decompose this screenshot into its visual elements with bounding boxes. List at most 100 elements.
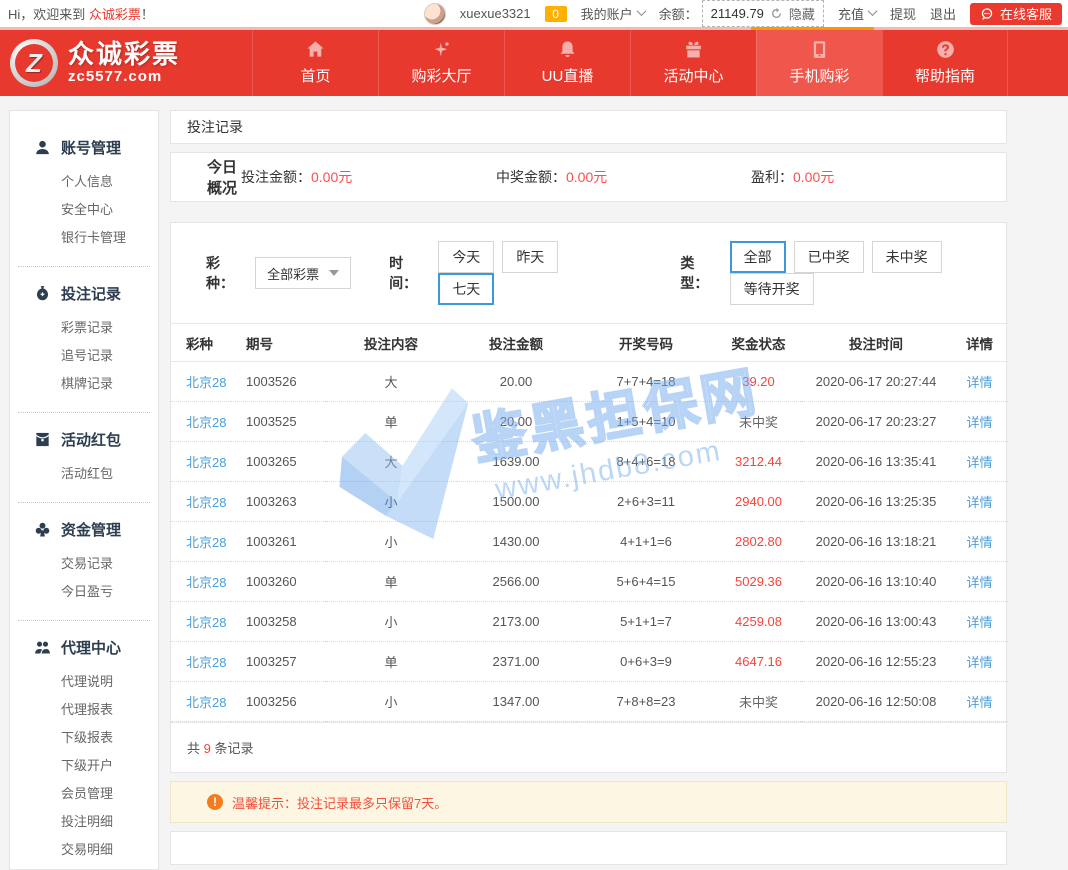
- sidebar-section-head-1[interactable]: 投注记录: [10, 283, 158, 304]
- my-account-menu[interactable]: 我的账户: [581, 4, 645, 23]
- summary-item: 投注金额：0.00元: [241, 167, 496, 187]
- nav-item-hall[interactable]: 购彩大厅: [378, 30, 504, 96]
- detail-link[interactable]: 详情: [966, 495, 992, 510]
- detail-link[interactable]: 详情: [966, 695, 992, 710]
- time-filter-options: 今天昨天七天: [438, 241, 608, 305]
- online-service-button[interactable]: 在线客服: [970, 3, 1062, 25]
- sidebar-item[interactable]: 活动红包: [10, 460, 158, 488]
- type-filter-button[interactable]: 等待开奖: [730, 273, 814, 305]
- sidebar-item[interactable]: 彩票记录: [10, 314, 158, 342]
- message-count-badge[interactable]: 0: [545, 6, 567, 22]
- balance-box[interactable]: 21149.79 隐藏: [702, 0, 824, 27]
- nav-item-live[interactable]: UU直播: [504, 30, 630, 96]
- lottery-link[interactable]: 北京28: [186, 375, 226, 390]
- summary-value: 0.00元: [311, 169, 352, 185]
- logout-link[interactable]: 退出: [930, 4, 956, 23]
- sidebar-item[interactable]: 代理报表: [10, 696, 158, 724]
- bet-amount-cell: 1500.00: [456, 482, 576, 522]
- detail-link[interactable]: 详情: [966, 535, 992, 550]
- live-icon: [558, 40, 577, 59]
- detail-link[interactable]: 详情: [966, 455, 992, 470]
- sidebar-section-head-4[interactable]: 代理中心: [10, 637, 158, 658]
- draw-numbers-cell: 5+1+1=7: [576, 602, 716, 642]
- bet-content-cell: 单: [326, 562, 456, 602]
- time-filter-button[interactable]: 昨天: [502, 241, 558, 273]
- refresh-icon[interactable]: [770, 7, 783, 20]
- online-service-label: 在线客服: [1000, 4, 1052, 23]
- sidebar-item[interactable]: 今日盈亏: [10, 578, 158, 606]
- issue-cell: 1003256: [231, 682, 326, 722]
- type-filter-label: 类型：: [680, 253, 717, 293]
- table-row: 北京28 1003265 大 1639.00 8+4+6=18 3212.44 …: [171, 442, 1008, 482]
- sidebar: 账号管理 个人信息安全中心银行卡管理 投注记录 彩票记录追号记录棋牌记录 活动红…: [9, 110, 159, 870]
- site-logo[interactable]: Z 众诚彩票 zc5577.com: [0, 30, 252, 96]
- sidebar-item[interactable]: 投注明细: [10, 808, 158, 836]
- bet-content-cell: 小: [326, 482, 456, 522]
- issue-cell: 1003526: [231, 362, 326, 402]
- nav-item-home[interactable]: 首页: [252, 30, 378, 96]
- bet-amount-cell: 1639.00: [456, 442, 576, 482]
- main-navbar: Z 众诚彩票 zc5577.com 首页 购彩大厅 UU直播 活动中心 手机购彩…: [0, 30, 1068, 96]
- detail-link[interactable]: 详情: [966, 615, 992, 630]
- table-header-row: 彩种期号投注内容投注金额开奖号码奖金状态投注时间详情: [171, 324, 1008, 362]
- recharge-menu[interactable]: 充值: [838, 4, 876, 23]
- sidebar-item[interactable]: 银行卡管理: [10, 224, 158, 252]
- sidebar-item[interactable]: 安全中心: [10, 196, 158, 224]
- withdraw-link[interactable]: 提现: [890, 4, 916, 23]
- sidebar-item[interactable]: 交易记录: [10, 550, 158, 578]
- avatar[interactable]: [424, 3, 446, 25]
- brand-link[interactable]: 众诚彩票: [89, 7, 141, 22]
- help-icon: [936, 40, 955, 59]
- greeting: Hi，欢迎来到 众诚彩票！: [8, 4, 154, 23]
- balance-value: 21149.79: [711, 6, 764, 21]
- sidebar-item[interactable]: 下级报表: [10, 724, 158, 752]
- lottery-link[interactable]: 北京28: [186, 415, 226, 430]
- type-filter-button[interactable]: 未中奖: [872, 241, 942, 273]
- sidebar-item[interactable]: 个人信息: [10, 168, 158, 196]
- sidebar-item[interactable]: 代理说明: [10, 668, 158, 696]
- lottery-link[interactable]: 北京28: [186, 655, 226, 670]
- lottery-link[interactable]: 北京28: [186, 615, 226, 630]
- detail-link[interactable]: 详情: [966, 575, 992, 590]
- sidebar-section-head-2[interactable]: 活动红包: [10, 429, 158, 450]
- sidebar-section-head-0[interactable]: 账号管理: [10, 137, 158, 158]
- bag-icon: [34, 285, 51, 302]
- lottery-select[interactable]: 全部彩票: [255, 257, 351, 289]
- lottery-link[interactable]: 北京28: [186, 695, 226, 710]
- bet-amount-cell: 1430.00: [456, 522, 576, 562]
- prize-status-cell: 39.20: [716, 362, 801, 402]
- sidebar-item[interactable]: 会员管理: [10, 780, 158, 808]
- sidebar-item[interactable]: 下级开户: [10, 752, 158, 780]
- table-row: 北京28 1003261 小 1430.00 4+1+1=6 2802.80 2…: [171, 522, 1008, 562]
- sidebar-item[interactable]: 交易明细: [10, 836, 158, 864]
- type-filter-button[interactable]: 已中奖: [794, 241, 864, 273]
- lottery-link[interactable]: 北京28: [186, 455, 226, 470]
- sidebar-section: 账号管理 个人信息安全中心银行卡管理: [10, 121, 158, 252]
- hide-balance-link[interactable]: 隐藏: [789, 4, 815, 23]
- logo-text: 众诚彩票 zc5577.com: [68, 41, 180, 84]
- nav-item-mobile[interactable]: 手机购彩: [756, 30, 882, 96]
- bet-time-cell: 2020-06-16 13:00:43: [801, 602, 951, 642]
- lottery-link[interactable]: 北京28: [186, 535, 226, 550]
- detail-link[interactable]: 详情: [966, 655, 992, 670]
- detail-link[interactable]: 详情: [966, 415, 992, 430]
- nav-item-help[interactable]: 帮助指南: [882, 30, 1008, 96]
- lottery-link[interactable]: 北京28: [186, 495, 226, 510]
- lottery-link[interactable]: 北京28: [186, 575, 226, 590]
- nav-item-activity[interactable]: 活动中心: [630, 30, 756, 96]
- time-filter-button[interactable]: 今天: [438, 241, 494, 273]
- type-filter-active-button[interactable]: 全部: [730, 241, 786, 273]
- table-header-cell: 期号: [231, 324, 326, 362]
- bet-amount-cell: 20.00: [456, 402, 576, 442]
- prize-status-cell: 2940.00: [716, 482, 801, 522]
- today-summary: 今日概况 投注金额：0.00元中奖金额：0.00元盈利：0.00元: [170, 152, 1007, 202]
- bet-content-cell: 大: [326, 442, 456, 482]
- sidebar-section-head-3[interactable]: 资金管理: [10, 519, 158, 540]
- detail-link[interactable]: 详情: [966, 375, 992, 390]
- username[interactable]: xuexue3321: [460, 6, 531, 21]
- bet-time-cell: 2020-06-16 13:18:21: [801, 522, 951, 562]
- sidebar-item[interactable]: 追号记录: [10, 342, 158, 370]
- time-filter-active-button[interactable]: 七天: [438, 273, 494, 305]
- caret-down-icon: [329, 270, 339, 276]
- sidebar-item[interactable]: 棋牌记录: [10, 370, 158, 398]
